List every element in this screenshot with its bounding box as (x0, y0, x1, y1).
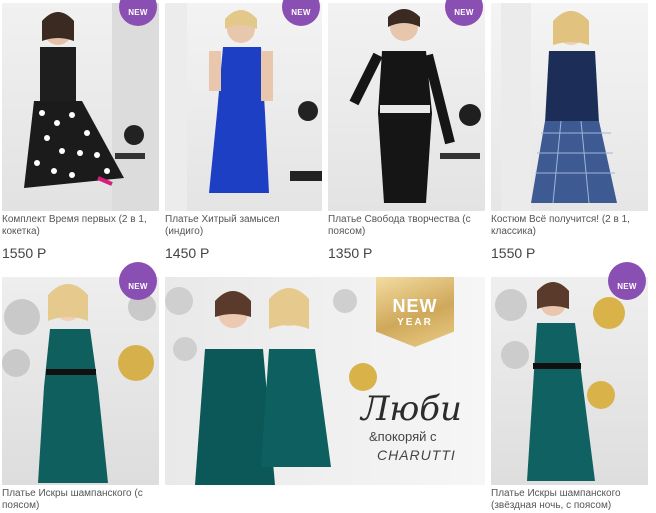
product-image[interactable] (491, 3, 648, 211)
product-image[interactable] (2, 277, 159, 485)
banner-year-text: YEAR (397, 317, 433, 328)
product-photo (495, 282, 625, 481)
product-card[interactable]: NEW Комплект Время первых (2 в 1, кокетк… (2, 0, 159, 265)
product-card[interactable]: NEW Платье Хитрый замысел (индиго) 1450 … (165, 0, 322, 265)
product-title[interactable]: Платье Искры шампанского (с поясом) (2, 488, 152, 512)
promo-banner[interactable]: NEW YEAR Люби &покоряй с CHARUTTI (165, 277, 485, 485)
product-photo (165, 3, 322, 211)
product-price: 1550 Р (491, 245, 536, 261)
banner-new-text: NEW (392, 296, 438, 316)
product-card[interactable]: NEW Платье Искры шампанского (звёздная н… (491, 262, 648, 513)
product-photo (501, 3, 617, 211)
product-card[interactable]: Костюм Всё получится! (2 в 1, классика) … (491, 3, 648, 265)
banner-subline: &покоряй с (369, 429, 437, 444)
product-title[interactable]: Комплект Время первых (2 в 1, кокетка) (2, 214, 152, 238)
new-badge: NEW (119, 262, 157, 300)
product-image[interactable] (491, 277, 648, 485)
product-price: 1450 Р (165, 245, 210, 261)
product-photo (2, 284, 156, 483)
product-title[interactable]: Костюм Всё получится! (2 в 1, классика) (491, 214, 641, 238)
product-photo (349, 9, 481, 203)
product-price: 1350 Р (328, 245, 373, 261)
new-badge: NEW (608, 262, 646, 300)
banner-headline: Люби (361, 389, 462, 429)
product-image[interactable] (165, 3, 322, 211)
product-card[interactable]: NEW Платье Свобода творчества (с поясом)… (328, 0, 485, 265)
product-photo (24, 3, 159, 211)
product-title[interactable]: Платье Искры шампанского (звёздная ночь,… (491, 488, 641, 512)
product-image[interactable] (328, 3, 485, 211)
product-image[interactable] (2, 3, 159, 211)
product-price: 1550 Р (2, 245, 47, 261)
banner-brand: CHARUTTI (377, 447, 456, 463)
product-title[interactable]: Платье Свобода творчества (с поясом) (328, 214, 478, 238)
product-card[interactable]: NEW Платье Искры шампанского (с поясом) (2, 262, 159, 513)
product-title[interactable]: Платье Хитрый замысел (индиго) (165, 214, 315, 238)
